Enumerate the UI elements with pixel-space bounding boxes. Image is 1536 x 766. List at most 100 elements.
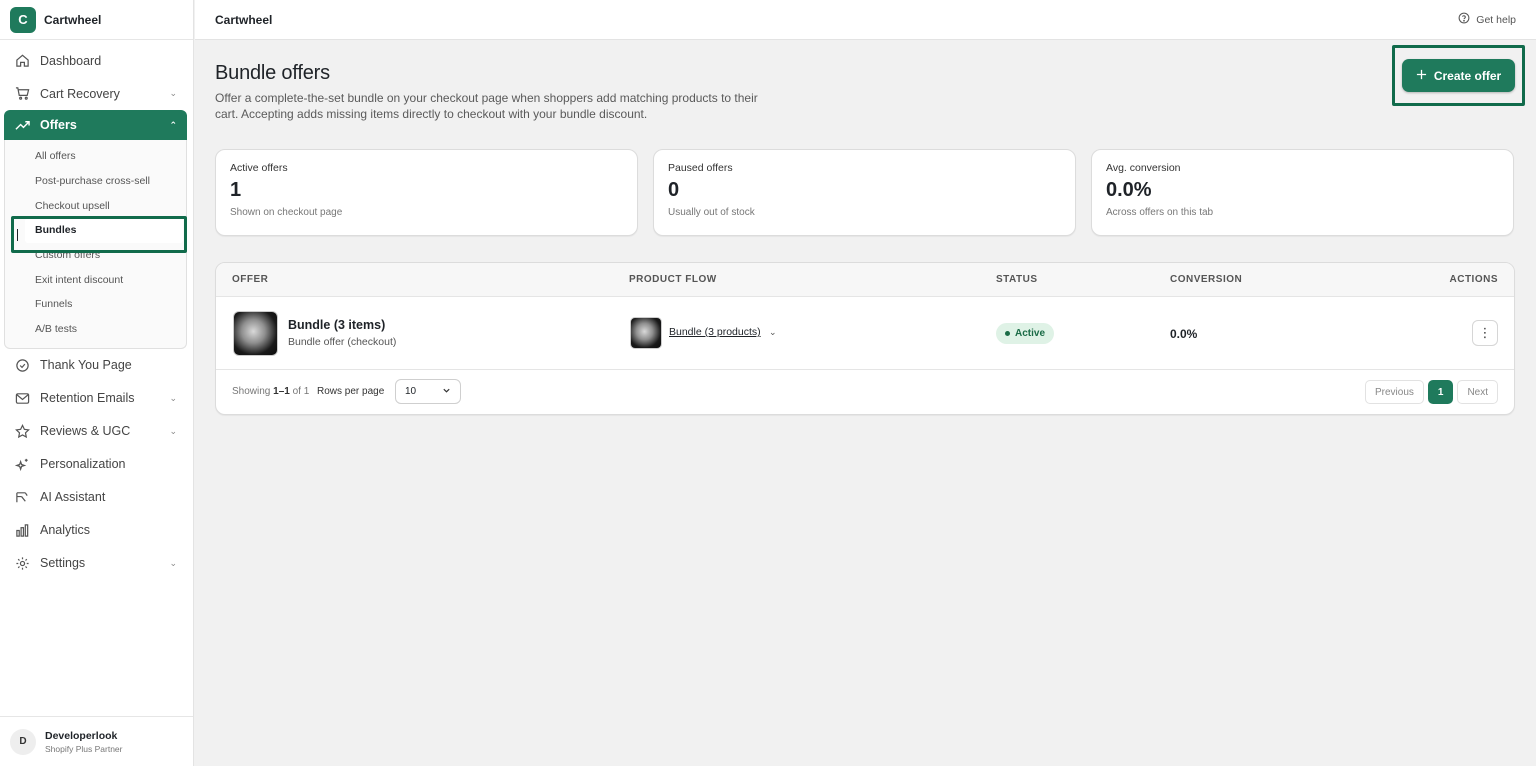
user-role: Shopify Plus Partner	[45, 743, 123, 754]
flow-thumbnail	[630, 317, 662, 349]
conversion-value: 0.0%	[1170, 327, 1198, 341]
sidebar-item-settings[interactable]: Settings ⌄	[0, 547, 193, 580]
column-header-offer: OFFER	[232, 274, 269, 285]
brand-name: Cartwheel	[44, 12, 102, 27]
sidebar-item-label: Analytics	[40, 523, 91, 537]
rows-per-page-label: Rows per page	[317, 386, 385, 397]
offer-subtitle: Bundle offer (checkout)	[288, 336, 397, 348]
pagination: Previous 1 Next	[1364, 380, 1498, 404]
submenu-item-all-offers[interactable]: All offers	[5, 144, 186, 169]
home-icon	[14, 53, 30, 69]
status-badge: Active	[996, 323, 1055, 344]
star-icon	[14, 423, 30, 439]
stat-sub: Usually out of stock	[668, 207, 755, 218]
stat-card-paused: Paused offers 0 Usually out of stock	[653, 149, 1076, 236]
column-header-actions: ACTIONS	[1449, 274, 1498, 285]
sidebar-item-label: Cart Recovery	[40, 86, 120, 101]
check-circle-icon	[14, 357, 30, 373]
chevron-down-icon: ⌄	[169, 392, 177, 403]
product-thumbnail	[233, 311, 278, 356]
brand[interactable]: C Cartwheel	[0, 0, 193, 40]
user-name: Developerlook	[45, 729, 118, 742]
sidebar-item-personalization[interactable]: Personalization	[0, 448, 193, 481]
stat-card-active: Active offers 1 Shown on checkout page	[215, 149, 638, 236]
sidebar-item-thank-you-page[interactable]: Thank You Page	[0, 349, 193, 382]
sidebar-item-label: Personalization	[40, 457, 126, 471]
sidebar-item-label: Dashboard	[40, 53, 102, 68]
get-help-link[interactable]: Get help	[1458, 12, 1516, 27]
more-vertical-icon: ⋮	[1478, 325, 1492, 340]
submenu-item-ab-tests[interactable]: A/B tests	[5, 317, 186, 342]
rows-per-page-value: 10	[405, 386, 417, 397]
submenu-item-bundles[interactable]: Bundles	[25, 218, 183, 243]
stat-value: 1	[230, 179, 242, 201]
avatar: D	[10, 728, 36, 755]
table-footer: Showing 1–1 of 1 Rows per page 10 Previo…	[216, 370, 1514, 414]
page-description: Offer a complete-the-set bundle on your …	[215, 91, 758, 121]
sidebar-item-retention-emails[interactable]: Retention Emails ⌄	[0, 382, 193, 415]
offer-name: Bundle (3 items)	[288, 318, 386, 332]
topbar: Cartwheel Get help	[195, 0, 1536, 40]
chevron-down-icon[interactable]: ⌄	[769, 327, 777, 338]
help-circle-icon	[1458, 12, 1470, 27]
create-offer-label: Create offer	[1433, 68, 1502, 83]
offers-submenu: All offers Post-purchase cross-sell Chec…	[4, 140, 187, 349]
submenu-item-exit-intent[interactable]: Exit intent discount	[5, 267, 186, 292]
mail-icon	[14, 390, 30, 406]
sidebar-item-label: AI Assistant	[40, 490, 106, 504]
status-dot	[1005, 331, 1010, 336]
trending-up-icon	[14, 117, 30, 133]
user-profile[interactable]: D Developerlook Shopify Plus Partner	[0, 716, 193, 766]
topbar-title: Cartwheel	[215, 12, 273, 27]
gear-icon	[14, 555, 30, 571]
sidebar-item-label: Offers	[40, 118, 77, 132]
cart-icon	[14, 86, 30, 102]
create-offer-highlight-frame: Create offer	[1392, 45, 1525, 106]
submenu-item-checkout-upsell[interactable]: Checkout upsell	[5, 193, 186, 218]
previous-page-button[interactable]: Previous	[1364, 380, 1424, 404]
page-title: Bundle offers	[215, 62, 330, 84]
sparkle-icon	[14, 456, 30, 472]
sidebar-item-label: Thank You Page	[40, 358, 132, 372]
current-item-indicator	[17, 229, 18, 241]
chevron-down-icon: ⌄	[169, 425, 177, 436]
sidebar-item-label: Reviews & UGC	[40, 424, 131, 438]
stat-label: Paused offers	[668, 162, 733, 174]
get-help-label: Get help	[1476, 13, 1516, 26]
submenu-item-custom-offers[interactable]: Custom offers	[5, 243, 186, 268]
sidebar-nav: Dashboard Cart Recovery ⌄ Offers ⌃ All o…	[0, 44, 193, 580]
brand-logo: C	[10, 6, 36, 33]
sidebar-item-reviews[interactable]: Reviews & UGC ⌄	[0, 415, 193, 448]
stat-sub: Across offers on this tab	[1106, 207, 1214, 218]
product-flow-link[interactable]: Bundle (3 products)	[669, 326, 761, 338]
stats-row: Active offers 1 Shown on checkout page P…	[215, 149, 1515, 236]
bar-chart-icon	[14, 522, 30, 538]
plus-icon	[1416, 69, 1427, 83]
user-info: Developerlook Shopify Plus Partner	[45, 730, 122, 754]
column-header-conversion: CONVERSION	[1170, 274, 1243, 285]
chevron-up-icon: ⌃	[169, 119, 177, 130]
chevron-down-icon: ⌄	[169, 557, 177, 568]
stat-value: 0	[668, 179, 680, 201]
column-header-status: STATUS	[996, 274, 1038, 285]
sidebar-item-label: Retention Emails	[40, 391, 135, 405]
stat-card-conversion: Avg. conversion 0.0% Across offers on th…	[1091, 149, 1514, 236]
page-1-button[interactable]: 1	[1427, 380, 1454, 404]
sidebar-item-ai-assistant[interactable]: AI Assistant	[0, 481, 193, 514]
sidebar-item-cart-recovery[interactable]: Cart Recovery ⌄	[0, 77, 193, 110]
submenu-item-post-purchase[interactable]: Post-purchase cross-sell	[5, 169, 186, 194]
rows-per-page-select[interactable]: 10	[395, 379, 461, 404]
row-actions-button[interactable]: ⋮	[1472, 320, 1498, 346]
sidebar-item-label: Settings	[40, 556, 86, 570]
submenu-item-funnels[interactable]: Funnels	[5, 292, 186, 317]
table-row[interactable]: Bundle (3 items) Bundle offer (checkout)…	[216, 297, 1514, 370]
next-page-button[interactable]: Next	[1457, 380, 1498, 404]
robot-icon	[14, 489, 30, 505]
sidebar-item-dashboard[interactable]: Dashboard	[0, 44, 193, 77]
stat-sub: Shown on checkout page	[230, 207, 343, 218]
sidebar: C Cartwheel Dashboard Cart Recovery ⌄ Of…	[0, 0, 194, 766]
sidebar-item-offers[interactable]: Offers ⌃	[4, 110, 187, 140]
chevron-down-icon	[442, 386, 451, 398]
sidebar-item-analytics[interactable]: Analytics	[0, 514, 193, 547]
create-offer-button[interactable]: Create offer	[1402, 59, 1515, 92]
